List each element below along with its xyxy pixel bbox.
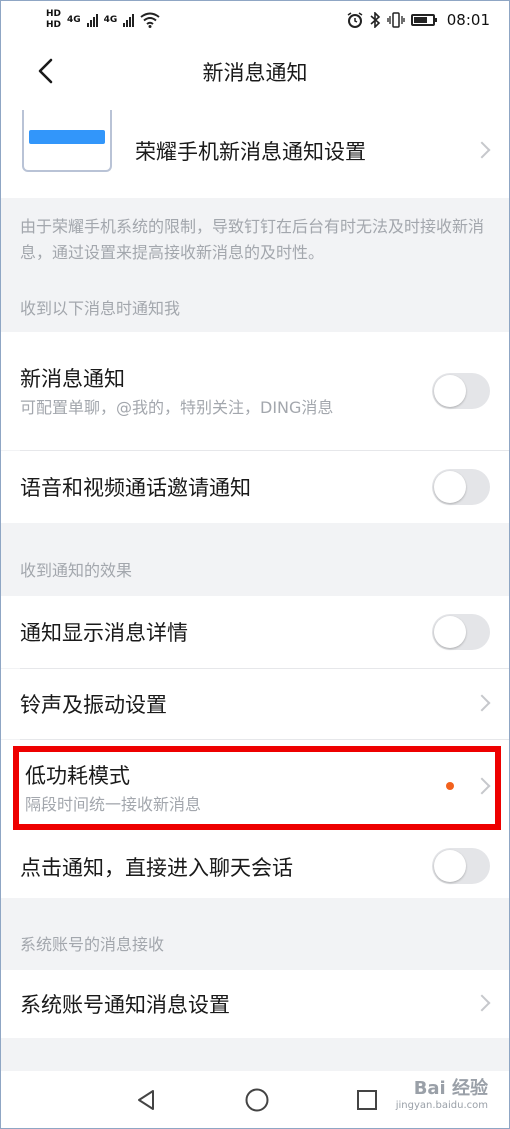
status-left: HD HD 4G 4G: [46, 10, 160, 30]
signal-icon: [86, 13, 98, 27]
show-details-toggle[interactable]: [432, 614, 490, 650]
row-title: 系统账号通知消息设置: [20, 993, 230, 1017]
new-message-notify-row[interactable]: 新消息通知 可配置单聊，@我的，特别关注，DING消息: [0, 332, 510, 450]
battery-icon: [410, 14, 437, 26]
section-header-notify: 收到以下消息时通知我: [20, 299, 181, 318]
row-text: 新消息通知 可配置单聊，@我的，特别关注，DING消息: [20, 363, 420, 419]
row-title: 新消息通知: [20, 367, 125, 391]
chevron-right-icon: [473, 994, 491, 1012]
row-subtitle: 可配置单聊，@我的，特别关注，DING消息: [20, 398, 334, 417]
hd-indicators: HD HD: [46, 10, 61, 30]
watermark-line1: Bai 经验: [413, 1078, 488, 1099]
nav-home-icon[interactable]: [244, 1087, 270, 1113]
network-type-1: 4G: [67, 14, 81, 25]
page-title: 新消息通知: [202, 61, 308, 85]
section-header-effects: 收到通知的效果: [20, 561, 133, 580]
status-bar: HD HD 4G 4G 08:01: [0, 0, 510, 40]
back-button[interactable]: [30, 56, 60, 86]
status-right: 08:01: [347, 11, 490, 29]
show-details-row[interactable]: 通知显示消息详情: [0, 596, 510, 668]
nav-back-icon[interactable]: [134, 1088, 158, 1112]
row-title: 通知显示消息详情: [20, 621, 188, 645]
status-time: 08:01: [446, 11, 490, 29]
watermark-line2: jingyan.baidu.com: [395, 1100, 488, 1111]
hd-badge-2: HD: [46, 20, 62, 30]
row-subtitle: 隔段时间统一接收新消息: [25, 795, 202, 814]
tap-notify-toggle[interactable]: [432, 848, 490, 884]
honor-note: 由于荣耀手机系统的限制，导致钉钉在后台有时无法及时接收新消息，通过设置来提高接收…: [20, 217, 485, 262]
vibrate-icon: [387, 12, 405, 28]
phone-illustration-icon: [22, 110, 112, 172]
section-header-system: 系统账号的消息接收: [20, 935, 165, 954]
ringtone-vibration-row[interactable]: 铃声及振动设置: [0, 669, 510, 739]
chevron-right-icon: [473, 141, 491, 159]
call-invite-notify-row[interactable]: 语音和视频通话邀请通知: [0, 451, 510, 523]
honor-settings-label: 荣耀手机新消息通知设置: [135, 140, 366, 164]
call-invite-toggle[interactable]: [432, 469, 490, 505]
row-title: 低功耗模式: [25, 764, 130, 788]
network-type-2: 4G: [103, 14, 118, 25]
hd-badge-1: HD: [46, 9, 62, 19]
chevron-right-icon: [473, 777, 491, 795]
tap-notify-open-chat-row[interactable]: 点击通知，直接进入聊天会话: [0, 836, 510, 898]
row-title: 语音和视频通话邀请通知: [20, 476, 251, 500]
row-text: 低功耗模式 隔段时间统一接收新消息: [25, 760, 201, 816]
row-title: 铃声及振动设置: [20, 693, 167, 717]
new-badge-dot: [446, 782, 454, 790]
bluetooth-icon: [370, 12, 380, 28]
baidu-watermark: Bai 经验 jingyan.baidu.com: [396, 1074, 488, 1111]
alarm-icon: [347, 12, 363, 28]
signal-icon-2: [123, 13, 135, 27]
new-message-toggle[interactable]: [432, 373, 490, 409]
system-account-notify-row[interactable]: 系统账号通知消息设置: [0, 970, 510, 1038]
nav-recent-icon[interactable]: [356, 1089, 378, 1111]
row-title: 点击通知，直接进入聊天会话: [20, 856, 293, 880]
wifi-icon: [140, 12, 160, 28]
back-arrow-icon: [38, 58, 53, 84]
chevron-right-icon: [473, 694, 491, 712]
nav-bar: 新消息通知: [0, 40, 510, 104]
low-power-mode-row[interactable]: 低功耗模式 隔段时间统一接收新消息: [0, 740, 510, 836]
